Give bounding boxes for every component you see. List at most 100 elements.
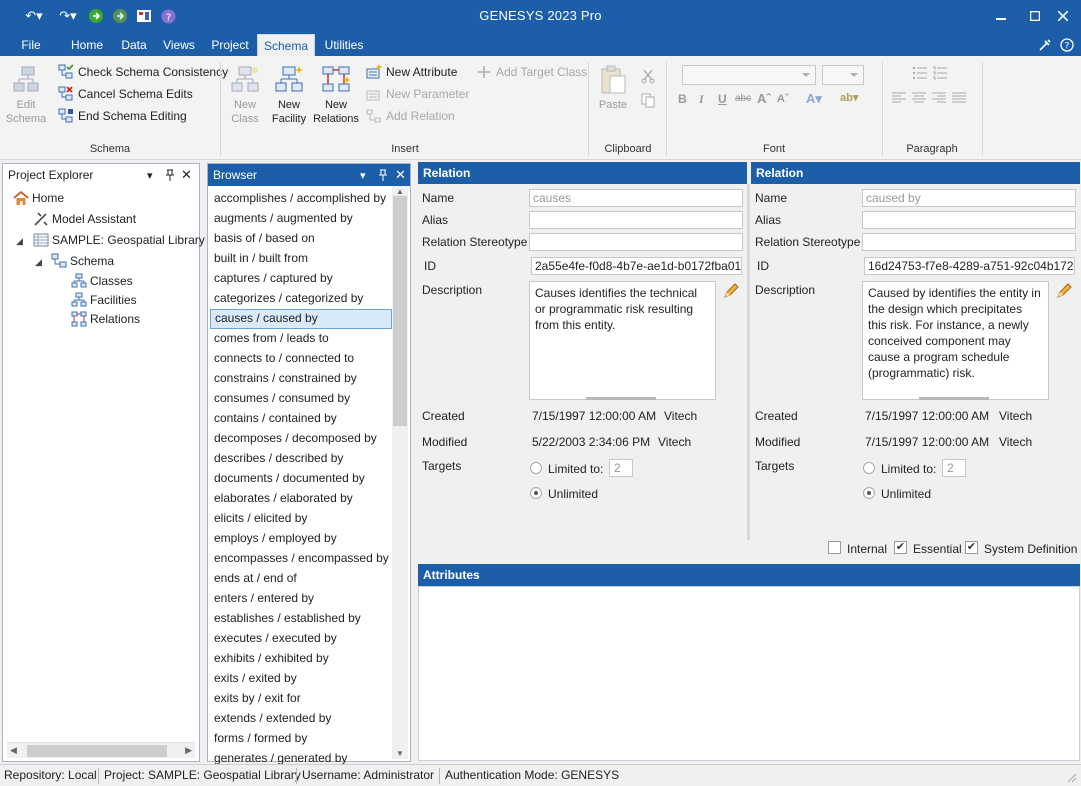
stereotype-field-right[interactable] — [862, 233, 1076, 251]
browser-list-item[interactable]: describes / described by — [210, 449, 392, 469]
limit-spinner-right[interactable]: 2 — [942, 459, 966, 477]
browser-list-item[interactable]: exhibits / exhibited by — [210, 649, 392, 669]
font-family-combo[interactable] — [682, 65, 816, 85]
justify-icon[interactable] — [952, 92, 966, 107]
browser-list-item[interactable]: connects to / connected to — [210, 349, 392, 369]
strikethrough-icon[interactable]: abc — [735, 93, 751, 104]
browser-list-item[interactable]: extends / extended by — [210, 709, 392, 729]
browser-list-item[interactable]: constrains / constrained by — [210, 369, 392, 389]
tab-home[interactable]: Home — [66, 34, 108, 56]
stereotype-field-left[interactable] — [529, 233, 743, 251]
font-color-icon[interactable]: A▾ — [806, 91, 822, 107]
tree-item-schema[interactable]: Schema — [51, 251, 114, 270]
close-icon[interactable] — [1052, 6, 1074, 26]
help-circle-icon[interactable]: ? — [1056, 35, 1078, 55]
alias-field-right[interactable] — [862, 211, 1076, 229]
expand-arrow-icon[interactable]: ◢ — [35, 257, 42, 268]
pane-menu-icon[interactable]: ▾ — [360, 164, 366, 186]
bold-icon[interactable]: B — [678, 92, 687, 106]
unlimited-radio-left[interactable] — [530, 487, 542, 499]
new-relations-button[interactable]: New Relations — [312, 64, 360, 126]
description-field-right[interactable]: Caused by identifies the entity in the d… — [862, 281, 1049, 400]
new-parameter-button[interactable]: New Parameter — [366, 85, 469, 103]
tree-item-home[interactable]: Home — [13, 188, 64, 207]
browser-list-item[interactable]: establishes / established by — [210, 609, 392, 629]
font-size-combo[interactable] — [822, 65, 864, 85]
browser-list-item[interactable]: employs / employed by — [210, 529, 392, 549]
browser-list-item[interactable]: built in / built from — [210, 249, 392, 269]
tab-file[interactable]: File — [12, 34, 50, 56]
name-field-right[interactable]: caused by — [862, 189, 1076, 207]
id-field-right[interactable]: 16d24753-f7e8-4289-a751-92c04b172 — [864, 257, 1075, 275]
add-target-class-button[interactable]: Add Target Class — [476, 63, 587, 81]
id-field-left[interactable]: 2a55e4fe-f0d8-4b7e-ae1d-b0172fba01 — [531, 257, 742, 275]
scroll-left-icon[interactable]: ◀ — [10, 745, 17, 756]
scroll-thumb[interactable] — [393, 196, 407, 426]
tree-item-relations[interactable]: Relations — [71, 309, 140, 328]
maximize-icon[interactable] — [1024, 6, 1046, 26]
underline-icon[interactable]: U — [718, 92, 727, 106]
new-class-button[interactable]: New Class — [226, 64, 264, 126]
bullets-icon[interactable] — [912, 66, 928, 83]
browser-list-item[interactable]: ends at / end of — [210, 569, 392, 589]
browser-list-item[interactable]: accomplishes / accomplished by — [210, 189, 392, 209]
scroll-down-icon[interactable]: ▼ — [396, 749, 404, 758]
browser-list-item[interactable]: executes / executed by — [210, 629, 392, 649]
system-definition-checkbox[interactable]: ✔ — [965, 541, 978, 554]
browser-list-item[interactable]: elicits / elicited by — [210, 509, 392, 529]
options-icon[interactable] — [1034, 35, 1056, 55]
description-field-left[interactable]: Causes identifies the technical or progr… — [529, 281, 716, 400]
browser-list-item[interactable]: exits by / exit for — [210, 689, 392, 709]
pane-menu-icon[interactable]: ▾ — [147, 164, 153, 186]
numbering-icon[interactable] — [932, 66, 948, 83]
browser-list-item[interactable]: categorizes / categorized by — [210, 289, 392, 309]
browser-list-item[interactable]: captures / captured by — [210, 269, 392, 289]
scroll-up-icon[interactable]: ▲ — [396, 187, 404, 196]
resize-grip[interactable] — [586, 397, 656, 400]
tree-item-facilities[interactable]: Facilities — [71, 290, 137, 309]
copy-icon[interactable] — [640, 92, 656, 111]
browser-list-item[interactable]: elaborates / elaborated by — [210, 489, 392, 509]
tab-data[interactable]: Data — [116, 34, 152, 56]
browser-list-item[interactable]: causes / caused by — [210, 309, 392, 329]
paste-button[interactable]: Paste — [594, 64, 632, 112]
internal-checkbox[interactable] — [828, 541, 841, 554]
edit-schema-button[interactable]: Edit Schema — [4, 64, 48, 126]
cancel-schema-button[interactable]: Cancel Schema Edits — [58, 85, 193, 103]
check-schema-button[interactable]: Check Schema Consistency — [58, 63, 228, 81]
align-left-icon[interactable] — [892, 92, 906, 107]
new-facility-button[interactable]: New Facility — [270, 64, 308, 126]
tab-project[interactable]: Project — [206, 34, 254, 56]
pin-icon[interactable] — [165, 164, 175, 186]
shrink-font-icon[interactable]: Aˇ — [777, 93, 789, 105]
resize-grip-icon[interactable] — [1067, 772, 1077, 786]
italic-icon[interactable]: I — [699, 92, 704, 107]
pencil-icon[interactable] — [723, 283, 739, 302]
unlimited-radio-right[interactable] — [863, 487, 875, 499]
browser-list-item[interactable]: consumes / consumed by — [210, 389, 392, 409]
limited-radio-right[interactable] — [863, 462, 875, 474]
browser-list-item[interactable]: encompasses / encompassed by — [210, 549, 392, 569]
horizontal-scrollbar[interactable]: ◀ ▶ — [7, 742, 195, 758]
limit-spinner-left[interactable]: 2 — [609, 459, 633, 477]
resize-grip[interactable] — [919, 397, 989, 400]
highlight-icon[interactable]: ab▾ — [840, 91, 858, 104]
add-relation-button[interactable]: Add Relation — [366, 107, 455, 125]
tab-schema[interactable]: Schema — [257, 34, 315, 56]
pencil-icon[interactable] — [1056, 283, 1072, 302]
close-pane-icon[interactable]: ✕ — [395, 164, 406, 186]
new-attribute-button[interactable]: New Attribute — [366, 63, 457, 81]
browser-list-item[interactable]: contains / contained by — [210, 409, 392, 429]
browser-list-item[interactable]: forms / formed by — [210, 729, 392, 749]
align-right-icon[interactable] — [932, 92, 946, 107]
tab-utilities[interactable]: Utilities — [320, 34, 368, 56]
pin-icon[interactable] — [378, 164, 388, 186]
panel-splitter[interactable] — [747, 184, 750, 540]
align-center-icon[interactable] — [912, 92, 926, 107]
browser-list-item[interactable]: comes from / leads to — [210, 329, 392, 349]
browser-list-item[interactable]: decomposes / decomposed by — [210, 429, 392, 449]
name-field-left[interactable]: causes — [529, 189, 743, 207]
cut-icon[interactable] — [640, 68, 656, 87]
scroll-right-icon[interactable]: ▶ — [185, 745, 192, 756]
tree-item-model-assistant[interactable]: Model Assistant — [33, 209, 136, 228]
